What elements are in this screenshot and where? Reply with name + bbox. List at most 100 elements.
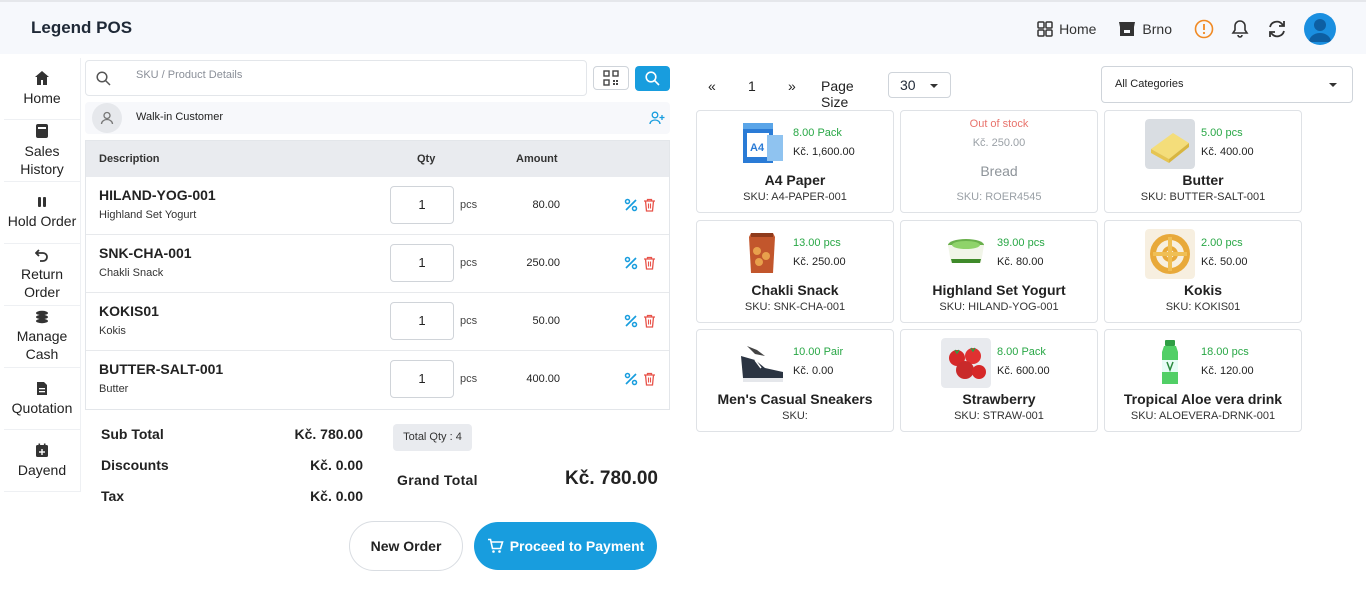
sidebar-item-label: Hold Order (7, 213, 77, 229)
discounts-value: Kč. 0.00 (310, 457, 363, 473)
sidebar-item-sales-history[interactable]: Sales History (4, 120, 80, 182)
prev-page-button[interactable]: « (708, 78, 716, 94)
sidebar-item-dayend[interactable]: Dayend (4, 430, 80, 492)
product-sku: SKU: A4-PAPER-001 (743, 191, 847, 203)
product-name: Tropical Aloe vera drink (1123, 391, 1283, 407)
quantity-input[interactable]: 1 (390, 302, 454, 340)
customer-name: Walk-in Customer (136, 111, 223, 123)
discount-button[interactable] (624, 198, 638, 217)
customer-selector[interactable]: Walk-in Customer (85, 102, 670, 134)
sidebar-item-quotation[interactable]: Quotation (4, 368, 80, 430)
product-card[interactable]: 13.00 pcs Kč. 250.00 Chakli Snack SKU: S… (696, 220, 894, 323)
trash-icon (644, 256, 655, 270)
cart-row: SNK-CHA-001 Chakli Snack 1 pcs 250.00 (86, 235, 669, 293)
cart-item-name: Kokis (99, 325, 126, 337)
quantity-input[interactable]: 1 (390, 244, 454, 282)
search-button[interactable] (635, 66, 670, 91)
trash-icon (644, 198, 655, 212)
pause-icon (38, 197, 46, 207)
category-select[interactable]: All Categories (1101, 66, 1353, 103)
store-label: Brno (1142, 21, 1172, 37)
sidebar-item-hold-order[interactable]: Hold Order (4, 182, 80, 244)
product-stock: 2.00 pcs (1201, 237, 1243, 249)
sidebar-item-label: Home (23, 90, 61, 106)
user-icon (1309, 19, 1331, 42)
product-name: Strawberry (962, 391, 1036, 407)
product-stock: 10.00 Pair (793, 346, 844, 358)
sidebar-item-manage-cash[interactable]: Manage Cash (4, 306, 80, 368)
qr-scan-button[interactable] (593, 66, 629, 90)
product-card-out-of-stock[interactable]: Out of stock Kč. 250.00 Bread SKU: ROER4… (900, 110, 1098, 213)
product-card[interactable]: 8.00 Pack Kč. 600.00 Strawberry SKU: STR… (900, 329, 1098, 432)
column-header-qty: Qty (417, 153, 436, 165)
notifications-button[interactable] (1230, 19, 1250, 39)
house-icon (35, 71, 49, 85)
user-plus-icon (649, 111, 665, 125)
product-card[interactable]: 39.00 pcs Kč. 80.00 Highland Set Yogurt … (900, 220, 1098, 323)
page-size-select[interactable]: 30 (888, 72, 951, 98)
product-card[interactable]: 5.00 pcs Kč. 400.00 Butter SKU: BUTTER-S… (1104, 110, 1302, 213)
product-card[interactable]: A4 8.00 Pack Kč. 1,600.00 A4 Paper SKU: … (696, 110, 894, 213)
kokis-image (1145, 229, 1195, 279)
order-totals: Sub Total Kč. 780.00 Discounts Kč. 0.00 … (101, 426, 363, 519)
product-price: Kč. 1,600.00 (793, 146, 855, 158)
info-icon (1194, 19, 1214, 39)
add-customer-button[interactable] (649, 111, 665, 130)
cart-item-unit: pcs (460, 315, 478, 327)
next-page-button[interactable]: » (788, 78, 796, 94)
discount-button[interactable] (624, 256, 638, 275)
new-order-button[interactable]: New Order (349, 521, 463, 571)
delete-item-button[interactable] (643, 372, 656, 391)
product-price: Kč. 50.00 (1201, 256, 1248, 268)
cart-header: Description Qty Amount (86, 141, 669, 177)
tax-value: Kč. 0.00 (310, 488, 363, 504)
search-input[interactable] (136, 69, 556, 81)
sneaker-image (741, 346, 783, 382)
store-selector[interactable]: Brno (1118, 21, 1172, 37)
cart-item-unit: pcs (460, 257, 478, 269)
refresh-icon (1269, 20, 1285, 38)
proceed-to-payment-button[interactable]: Proceed to Payment (474, 522, 657, 570)
home-link[interactable]: Home (1037, 21, 1096, 37)
search-icon (96, 71, 111, 86)
sidebar-item-home[interactable]: Home (4, 58, 80, 120)
user-avatar[interactable] (1304, 13, 1336, 45)
page-size-label: Page Size (821, 78, 854, 110)
qr-code-icon (603, 70, 619, 86)
search-icon (645, 71, 660, 86)
sync-button[interactable] (1266, 18, 1288, 40)
product-search (85, 60, 587, 96)
quantity-input[interactable]: 1 (390, 360, 454, 398)
product-stock: 8.00 Pack (793, 127, 842, 139)
product-sku: SKU: HILAND-YOG-001 (939, 301, 1059, 313)
home-link-label: Home (1059, 21, 1097, 37)
product-sku: SKU: ROER4545 (956, 191, 1042, 203)
cart-item-sku: HILAND-YOG-001 (99, 187, 216, 203)
trash-icon (644, 314, 655, 328)
product-card[interactable]: 10.00 Pair Kč. 0.00 Men's Casual Sneaker… (696, 329, 894, 432)
product-name: Butter (1182, 172, 1224, 188)
discount-button[interactable] (624, 314, 638, 333)
quantity-input[interactable]: 1 (390, 186, 454, 224)
grid-icon (1037, 21, 1053, 37)
butter-image (1145, 119, 1195, 169)
delete-item-button[interactable] (643, 256, 656, 275)
user-icon (100, 111, 114, 125)
delete-item-button[interactable] (643, 314, 656, 333)
product-sku: SKU: (782, 410, 808, 422)
bell-icon (1231, 20, 1249, 38)
paper-image: A4 (743, 123, 783, 163)
product-stock: 8.00 Pack (997, 346, 1046, 358)
delete-item-button[interactable] (643, 198, 656, 217)
cart-item-sku: BUTTER-SALT-001 (99, 361, 224, 377)
info-button[interactable] (1194, 19, 1214, 39)
document-icon (37, 381, 47, 395)
cart-item-amount: 50.00 (532, 315, 560, 327)
product-sku: SKU: KOKIS01 (1165, 301, 1241, 313)
grand-total-value: Kč. 780.00 (565, 468, 658, 489)
product-card[interactable]: 18.00 pcs Kč. 120.00 Tropical Aloe vera … (1104, 329, 1302, 432)
current-page[interactable]: 1 (748, 78, 756, 94)
discount-button[interactable] (624, 372, 638, 391)
sidebar-item-return-order[interactable]: Return Order (4, 244, 80, 306)
product-card[interactable]: 2.00 pcs Kč. 50.00 Kokis SKU: KOKIS01 (1104, 220, 1302, 323)
